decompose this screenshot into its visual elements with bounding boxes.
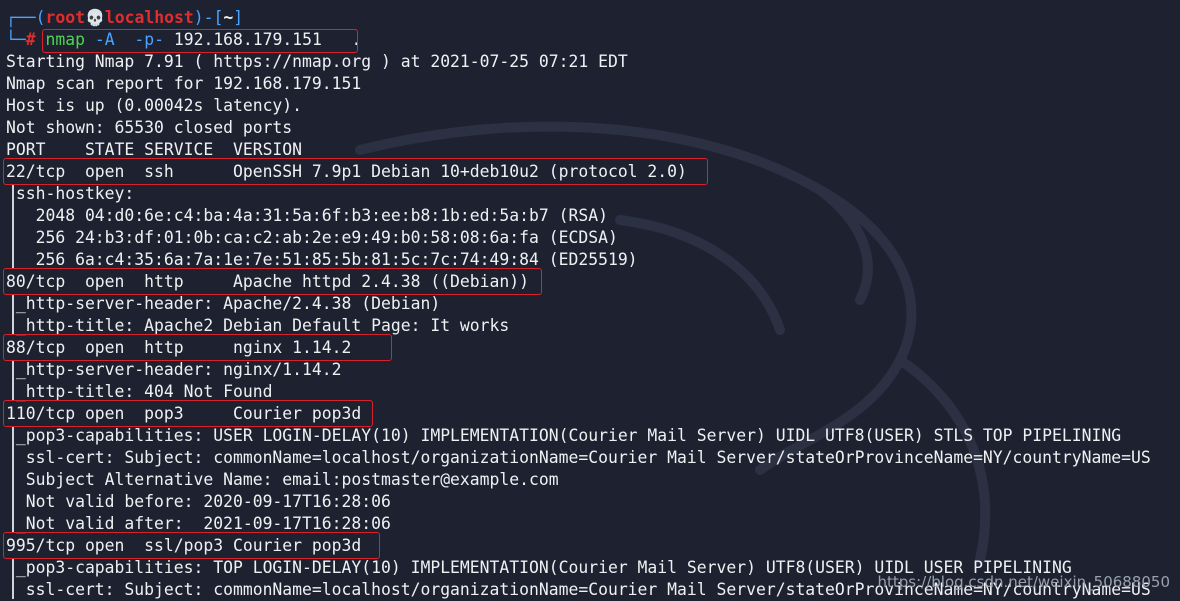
- prompt-host: localhost: [104, 8, 194, 27]
- highlight-box-port-995: [3, 532, 380, 559]
- output-line: _http-server-header: nginx/1.14.2: [6, 360, 342, 379]
- highlight-box-port-22: [3, 158, 708, 185]
- highlight-box-port-110: [3, 400, 373, 427]
- output-line: Subject Alternative Name: email:postmast…: [6, 470, 559, 489]
- output-line: _pop3-capabilities: USER LOGIN-DELAY(10)…: [6, 426, 1122, 445]
- output-line: 256 24:b3:df:01:0b:ca:c2:ab:2e:e9:49:b0:…: [6, 228, 618, 247]
- script-indent-bar: [12, 361, 14, 401]
- highlight-box-port-88: [3, 334, 392, 361]
- prompt-line: ┌──(root💀localhost)-[~]: [6, 7, 243, 29]
- output-line: ssl-cert: Subject: commonName=localhost/…: [6, 448, 1151, 467]
- output-line: Host is up (0.00042s latency).: [6, 96, 303, 115]
- output-line: Not valid before: 2020-09-17T16:28:06: [6, 492, 391, 511]
- output-line: 2048 04:d0:6e:c4:ba:4a:31:5a:6f:b3:ee:b8…: [6, 206, 608, 225]
- script-indent-bar: [12, 427, 14, 533]
- prompt-user: root: [45, 8, 85, 27]
- prompt-dir: ~: [223, 8, 234, 27]
- output-line: _http-server-header: Apache/2.4.38 (Debi…: [6, 294, 441, 313]
- highlight-box-port-80: [3, 268, 542, 295]
- output-line: Starting Nmap 7.91 ( https://nmap.org ) …: [6, 52, 628, 71]
- output-line: Not shown: 65530 closed ports: [6, 118, 293, 137]
- csdn-watermark: https://blog.csdn.net/weixin_50688050: [877, 573, 1170, 591]
- script-indent-bar: [12, 185, 14, 269]
- prompt-corner-top: ┌──(: [6, 8, 46, 27]
- prompt-end: ]: [233, 8, 244, 27]
- skull-icon: 💀: [84, 8, 105, 27]
- prompt-corner-bottom: └─: [6, 30, 26, 49]
- output-line: ssh-hostkey:: [6, 184, 135, 203]
- highlight-box-command: [42, 29, 358, 53]
- script-indent-bar: [12, 295, 14, 335]
- prompt-hash: #: [25, 30, 36, 49]
- script-indent-bar: [12, 559, 14, 599]
- output-line: Nmap scan report for 192.168.179.151: [6, 74, 362, 93]
- prompt-mid: )-[: [193, 8, 224, 27]
